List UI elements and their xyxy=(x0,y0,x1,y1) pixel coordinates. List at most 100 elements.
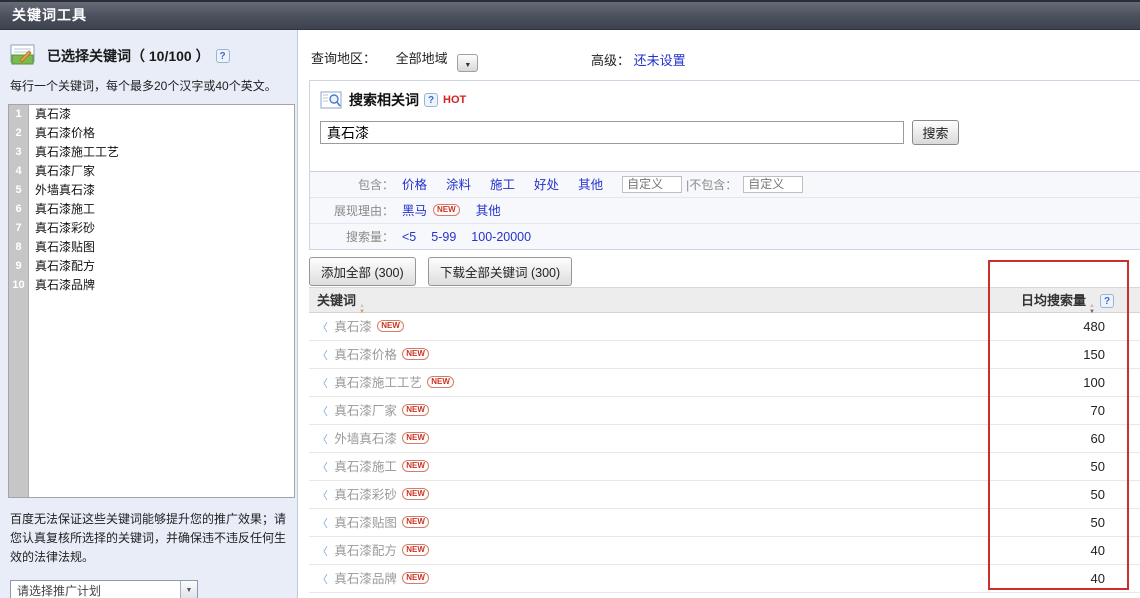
add-keyword-chevron-icon[interactable] xyxy=(317,378,328,390)
line-number: 4 xyxy=(9,162,28,181)
advanced-label: 高级： xyxy=(591,53,630,68)
keyword-column-header[interactable]: 关键词 xyxy=(309,293,365,308)
selected-keyword-line: 真石漆厂家 xyxy=(30,162,294,181)
search-panel: 搜索相关词 HOT 搜索 包含：价格涂料施工好处其他|不包含： 展现理由：黑马N… xyxy=(309,80,1140,250)
search-related-title: 搜索相关词 xyxy=(349,90,419,110)
table-row: 真石漆贴图 NEW 50 xyxy=(309,509,1140,537)
volume-column-header[interactable]: 日均搜索量 xyxy=(990,288,1140,316)
filter-reason-heima[interactable]: 黑马 xyxy=(402,204,427,218)
filter-include-option[interactable]: 价格 xyxy=(402,178,427,192)
region-dropdown-button[interactable] xyxy=(457,54,478,72)
selected-keyword-line: 真石漆贴图 xyxy=(30,238,294,257)
line-number: 6 xyxy=(9,200,28,219)
result-keyword[interactable]: 真石漆 xyxy=(334,320,372,334)
result-keyword[interactable]: 外墙真石漆 xyxy=(334,432,397,446)
table-row: 外墙真石漆 NEW 60 xyxy=(309,425,1140,453)
filter-include-option[interactable]: 其他 xyxy=(578,178,603,192)
new-badge: NEW xyxy=(402,572,429,584)
include-custom-input[interactable] xyxy=(622,176,682,193)
result-keyword[interactable]: 真石漆厂家 xyxy=(334,404,397,418)
result-keyword[interactable]: 真石漆品牌 xyxy=(334,572,397,586)
main-content: 查询地区： 全部地域 高级： 还未设置 搜索相关词 HOT xyxy=(299,30,1140,598)
add-keyword-chevron-icon[interactable] xyxy=(317,518,328,530)
table-row: 真石漆施工工艺 NEW 100 xyxy=(309,369,1140,397)
new-badge: NEW xyxy=(433,204,460,216)
add-keyword-chevron-icon[interactable] xyxy=(317,434,328,446)
daily-search-volume: 50 xyxy=(990,481,1140,509)
table-row: 真石漆 NEW 480 xyxy=(309,313,1140,341)
result-keyword[interactable]: 真石漆价格 xyxy=(334,348,397,362)
result-keyword[interactable]: 真石漆施工 xyxy=(334,460,397,474)
new-badge: NEW xyxy=(402,460,429,472)
search-related-icon xyxy=(320,91,343,110)
line-number: 7 xyxy=(9,219,28,238)
line-number: 2 xyxy=(9,124,28,143)
filter-include-option[interactable]: 施工 xyxy=(490,178,515,192)
add-keyword-chevron-icon[interactable] xyxy=(317,574,328,586)
add-keyword-chevron-icon[interactable] xyxy=(317,462,328,474)
new-badge: NEW xyxy=(377,320,404,332)
line-number: 1 xyxy=(9,105,28,124)
table-row: 真石漆配方 NEW 40 xyxy=(309,537,1140,565)
table-row: 真石漆品牌 NEW 40 xyxy=(309,565,1140,593)
new-badge: NEW xyxy=(427,376,454,388)
filter-include-option[interactable]: 涂料 xyxy=(446,178,471,192)
hot-badge: HOT xyxy=(443,94,466,106)
daily-search-volume: 50 xyxy=(990,453,1140,481)
add-keyword-chevron-icon[interactable] xyxy=(317,322,328,334)
plan-select-value: 请选择推广计划 xyxy=(11,581,180,598)
filter-volume-option[interactable]: 100-20000 xyxy=(471,230,531,244)
daily-search-volume: 40 xyxy=(990,565,1140,593)
selected-keyword-line: 真石漆价格 xyxy=(30,124,294,143)
promotion-plan-select[interactable]: 请选择推广计划 xyxy=(10,580,198,598)
selected-keywords-icon xyxy=(10,44,37,67)
line-number: 10 xyxy=(9,276,28,295)
chevron-down-icon[interactable] xyxy=(180,581,197,598)
result-keyword[interactable]: 真石漆贴图 xyxy=(334,516,397,530)
include-label: 包含： xyxy=(310,172,394,198)
help-icon[interactable] xyxy=(424,93,438,107)
table-row: 真石漆价格 NEW 150 xyxy=(309,341,1140,369)
volume-label: 搜索量： xyxy=(310,224,394,250)
filter-volume-option[interactable]: 5-99 xyxy=(431,230,456,244)
result-keyword[interactable]: 真石漆施工工艺 xyxy=(334,376,422,390)
selected-keyword-line: 真石漆 xyxy=(30,105,294,124)
filter-include-option[interactable]: 好处 xyxy=(534,178,559,192)
daily-search-volume: 70 xyxy=(990,397,1140,425)
selected-keywords-editor[interactable]: 12345678910 真石漆真石漆价格真石漆施工工艺真石漆厂家外墙真石漆真石漆… xyxy=(8,104,295,498)
help-icon[interactable] xyxy=(1100,294,1114,308)
exclude-custom-input[interactable] xyxy=(743,176,803,193)
filter-area: 包含：价格涂料施工好处其他|不包含： 展现理由：黑马NEW其他 搜索量：<55-… xyxy=(310,171,1140,249)
line-number: 9 xyxy=(9,257,28,276)
selected-keyword-line: 真石漆配方 xyxy=(30,257,294,276)
download-all-button[interactable]: 下载全部关键词 (300) xyxy=(428,257,572,286)
add-all-button[interactable]: 添加全部 (300) xyxy=(309,257,416,286)
daily-search-volume: 60 xyxy=(990,425,1140,453)
selected-keyword-line: 真石漆彩砂 xyxy=(30,219,294,238)
new-badge: NEW xyxy=(402,404,429,416)
filter-volume-option[interactable]: <5 xyxy=(402,230,416,244)
add-keyword-chevron-icon[interactable] xyxy=(317,350,328,362)
result-keyword[interactable]: 真石漆彩砂 xyxy=(334,488,397,502)
new-badge: NEW xyxy=(402,544,429,556)
selected-keyword-line: 真石漆施工工艺 xyxy=(30,143,294,162)
results-table: 关键词 日均搜索量 真石漆 NEW 480 真石漆价格 NEW 150 xyxy=(309,287,1140,593)
selected-keywords-title: 已选择关键词（ 10/100 ） xyxy=(47,46,210,66)
selected-keyword-line: 真石漆施工 xyxy=(30,200,294,219)
table-header: 关键词 日均搜索量 xyxy=(309,287,1140,313)
selected-keywords-panel: 已选择关键词（ 10/100 ） 每行一个关键词，每个最多20个汉字或40个英文… xyxy=(0,30,298,598)
search-button[interactable]: 搜索 xyxy=(912,120,959,145)
add-keyword-chevron-icon[interactable] xyxy=(317,546,328,558)
filter-reason-other[interactable]: 其他 xyxy=(476,204,501,218)
table-row: 真石漆彩砂 NEW 50 xyxy=(309,481,1140,509)
help-icon[interactable] xyxy=(216,49,230,63)
result-keyword[interactable]: 真石漆配方 xyxy=(334,544,397,558)
daily-search-volume: 40 xyxy=(990,537,1140,565)
add-keyword-chevron-icon[interactable] xyxy=(317,406,328,418)
advanced-settings-link[interactable]: 还未设置 xyxy=(634,53,686,68)
add-keyword-chevron-icon[interactable] xyxy=(317,490,328,502)
window-title-bar: 关键词工具 xyxy=(0,0,1140,30)
daily-search-volume: 150 xyxy=(990,341,1140,369)
keyword-search-input[interactable] xyxy=(320,121,904,144)
table-row: 真石漆施工 NEW 50 xyxy=(309,453,1140,481)
